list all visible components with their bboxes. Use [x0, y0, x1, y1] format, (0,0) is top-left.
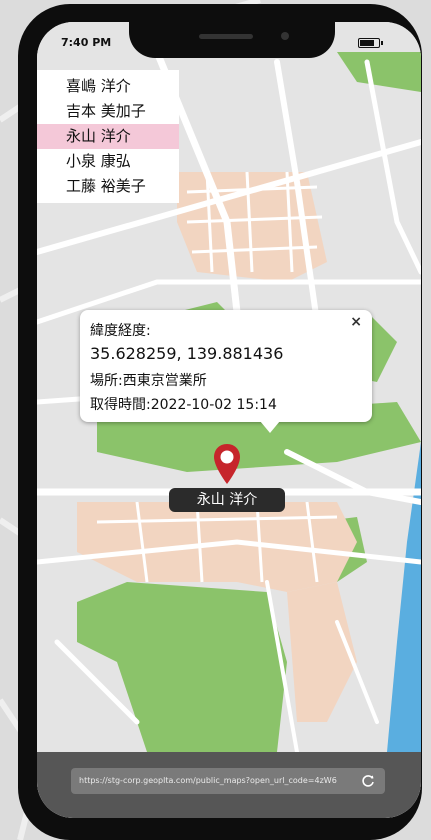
popup-tail	[260, 421, 280, 433]
list-item-selected[interactable]: 永山 洋介	[37, 124, 179, 149]
close-icon[interactable]: ×	[350, 314, 362, 330]
battery-icon	[358, 38, 383, 48]
speaker	[199, 34, 253, 39]
map-pin-icon[interactable]	[212, 442, 242, 486]
popup-latlng-label: 緯度経度:	[90, 323, 151, 339]
location-popup: × 緯度経度: 35.628259, 139.881436 場所:西東京営業所 …	[80, 310, 372, 433]
people-list: 喜嶋 洋介 吉本 美加子 永山 洋介 小泉 康弘 工藤 裕美子	[37, 70, 179, 203]
list-item[interactable]: 吉本 美加子	[37, 99, 179, 124]
list-item[interactable]: 工藤 裕美子	[37, 174, 179, 199]
popup-coordinates: 35.628259, 139.881436	[90, 344, 284, 363]
list-item[interactable]: 小泉 康弘	[37, 149, 179, 174]
popup-time: 取得時間:2022-10-02 15:14	[90, 397, 277, 413]
list-item[interactable]: 喜嶋 洋介	[37, 74, 179, 99]
popup-place: 場所:西東京営業所	[90, 373, 207, 389]
url-bar[interactable]: https://stg-corp.geoplta.com/public_maps…	[71, 768, 385, 794]
bottom-bar: https://stg-corp.geoplta.com/public_maps…	[37, 752, 421, 818]
phone-notch	[129, 22, 335, 58]
url-text: https://stg-corp.geoplta.com/public_maps…	[79, 776, 337, 785]
status-time: 7:40 PM	[61, 36, 112, 49]
marker-label: 永山 洋介	[169, 488, 285, 512]
phone-screen: 7:40 PM 喜嶋 洋介 吉本 美加子 永山 洋介 小泉 康弘 工藤 裕美子 …	[37, 22, 421, 818]
camera	[281, 32, 289, 40]
refresh-icon[interactable]	[361, 774, 375, 788]
